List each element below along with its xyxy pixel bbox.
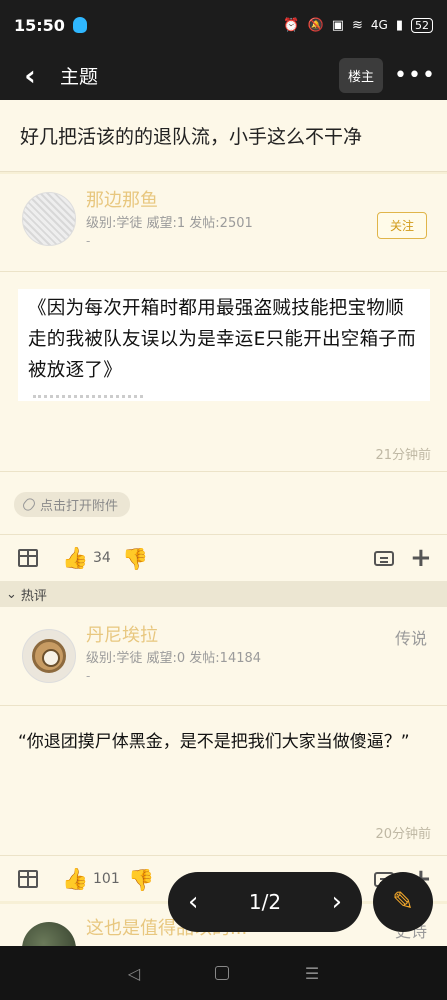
post-time: 21分钟前 (375, 448, 431, 463)
status-icons: ⏰ 🔕 ▣ ≋ 4G ▮ 52 (283, 17, 433, 33)
user-meta: 级别:学徒 威望:0 发帖:14184 (86, 651, 262, 666)
nav-back-icon[interactable]: ◁ (128, 964, 140, 983)
paperclip-icon (20, 496, 38, 513)
post-username[interactable]: 那边那鱼 (86, 186, 158, 212)
nav-menu-icon[interactable]: ☰ (305, 964, 319, 983)
dislike-icon[interactable]: 👍 (128, 867, 154, 892)
follow-button[interactable]: 关注 (376, 212, 427, 239)
original-post: 那边那鱼 级别:学徒 威望:1 发帖:2501 - 关注 《因为每次开箱时都用最… (0, 174, 447, 581)
system-nav-bar: ◁ ☰ (0, 946, 447, 1000)
thread-title: 好几把活该的的退队流，小手这么不干净 (0, 100, 447, 172)
reply-content: “你退团摸尸体黑金，是不是把我们大家当做傻逼？” (18, 732, 410, 752)
post-image[interactable]: 《因为每次开箱时都用最强盗贼技能把宝物顺走的我被队友误以为是幸运E只能开出空箱子… (18, 289, 430, 401)
comment-icon[interactable] (374, 550, 394, 566)
user-medal-badge: 传说 (394, 629, 427, 648)
hot-replies-label: 热评 (20, 588, 47, 604)
user-signature: - (86, 669, 91, 683)
divider (0, 705, 447, 706)
page-title: 主题 (60, 65, 99, 88)
pencil-icon: ✎ (392, 887, 414, 917)
divider (0, 471, 447, 472)
avatar[interactable] (22, 922, 76, 946)
dislike-icon[interactable]: 👍 (122, 546, 148, 571)
compose-button[interactable]: ✎ (373, 872, 433, 932)
battery-indicator: 52 (411, 17, 433, 33)
divider (0, 534, 447, 535)
hot-replies-header[interactable]: ⌄ 热评 (0, 581, 447, 607)
post-username[interactable]: 丹尼埃拉 (86, 621, 158, 647)
post-time: 20分钟前 (375, 827, 431, 842)
post-actions: 👍 34 👍 + (0, 536, 447, 580)
gift-icon[interactable] (18, 870, 38, 888)
nav-home-icon[interactable] (215, 966, 230, 980)
hd-icon: ▣ (331, 17, 344, 33)
more-menu-icon[interactable]: ••• (383, 63, 447, 88)
status-time: 15:50 (14, 15, 65, 35)
qq-icon (72, 17, 87, 33)
gift-icon[interactable] (18, 549, 38, 567)
helmet-icon (32, 639, 66, 673)
like-count: 101 (93, 871, 120, 887)
back-button[interactable]: ‹ (0, 50, 60, 100)
next-page-button[interactable]: › (332, 887, 342, 917)
user-meta: 级别:学徒 威望:1 发帖:2501 (86, 216, 253, 231)
user-signature: - (86, 234, 91, 248)
signal-icon: ▮ (395, 17, 403, 33)
post-image-text: 《因为每次开箱时都用最强盗贼技能把宝物顺走的我被队友误以为是幸运E只能开出空箱子… (28, 298, 416, 381)
image-crop-edge (33, 395, 143, 403)
alarm-icon: ⏰ (283, 17, 300, 33)
like-icon[interactable]: 👍 (62, 867, 88, 892)
prev-page-button[interactable]: ‹ (188, 887, 198, 917)
reply-post: 丹尼埃拉 级别:学徒 威望:0 发帖:14184 - 传说 “你退团摸尸体黑金，… (0, 607, 447, 901)
divider (0, 855, 447, 856)
louzhu-only-button[interactable]: 楼主 (338, 57, 383, 93)
network-label: 4G (370, 18, 388, 32)
like-icon[interactable]: 👍 (62, 546, 88, 571)
avatar[interactable] (22, 629, 76, 683)
plus-icon[interactable]: + (410, 543, 432, 573)
status-bar: 15:50 ⏰ 🔕 ▣ ≋ 4G ▮ 52 (0, 0, 447, 50)
wifi-icon: ≋ (352, 17, 363, 33)
chevron-down-icon: ⌄ (6, 586, 17, 602)
attachment-label: 点击打开附件 (40, 499, 119, 514)
like-count: 34 (93, 550, 111, 566)
divider (0, 271, 447, 272)
avatar[interactable] (22, 192, 76, 246)
mute-icon: 🔕 (307, 17, 324, 33)
top-app-bar: ‹ 主题 楼主 ••• (0, 50, 447, 100)
page-navigator: ‹ 1/2 › (168, 872, 362, 932)
attachment-button[interactable]: 点击打开附件 (14, 492, 131, 517)
page-indicator[interactable]: 1/2 (249, 890, 281, 914)
